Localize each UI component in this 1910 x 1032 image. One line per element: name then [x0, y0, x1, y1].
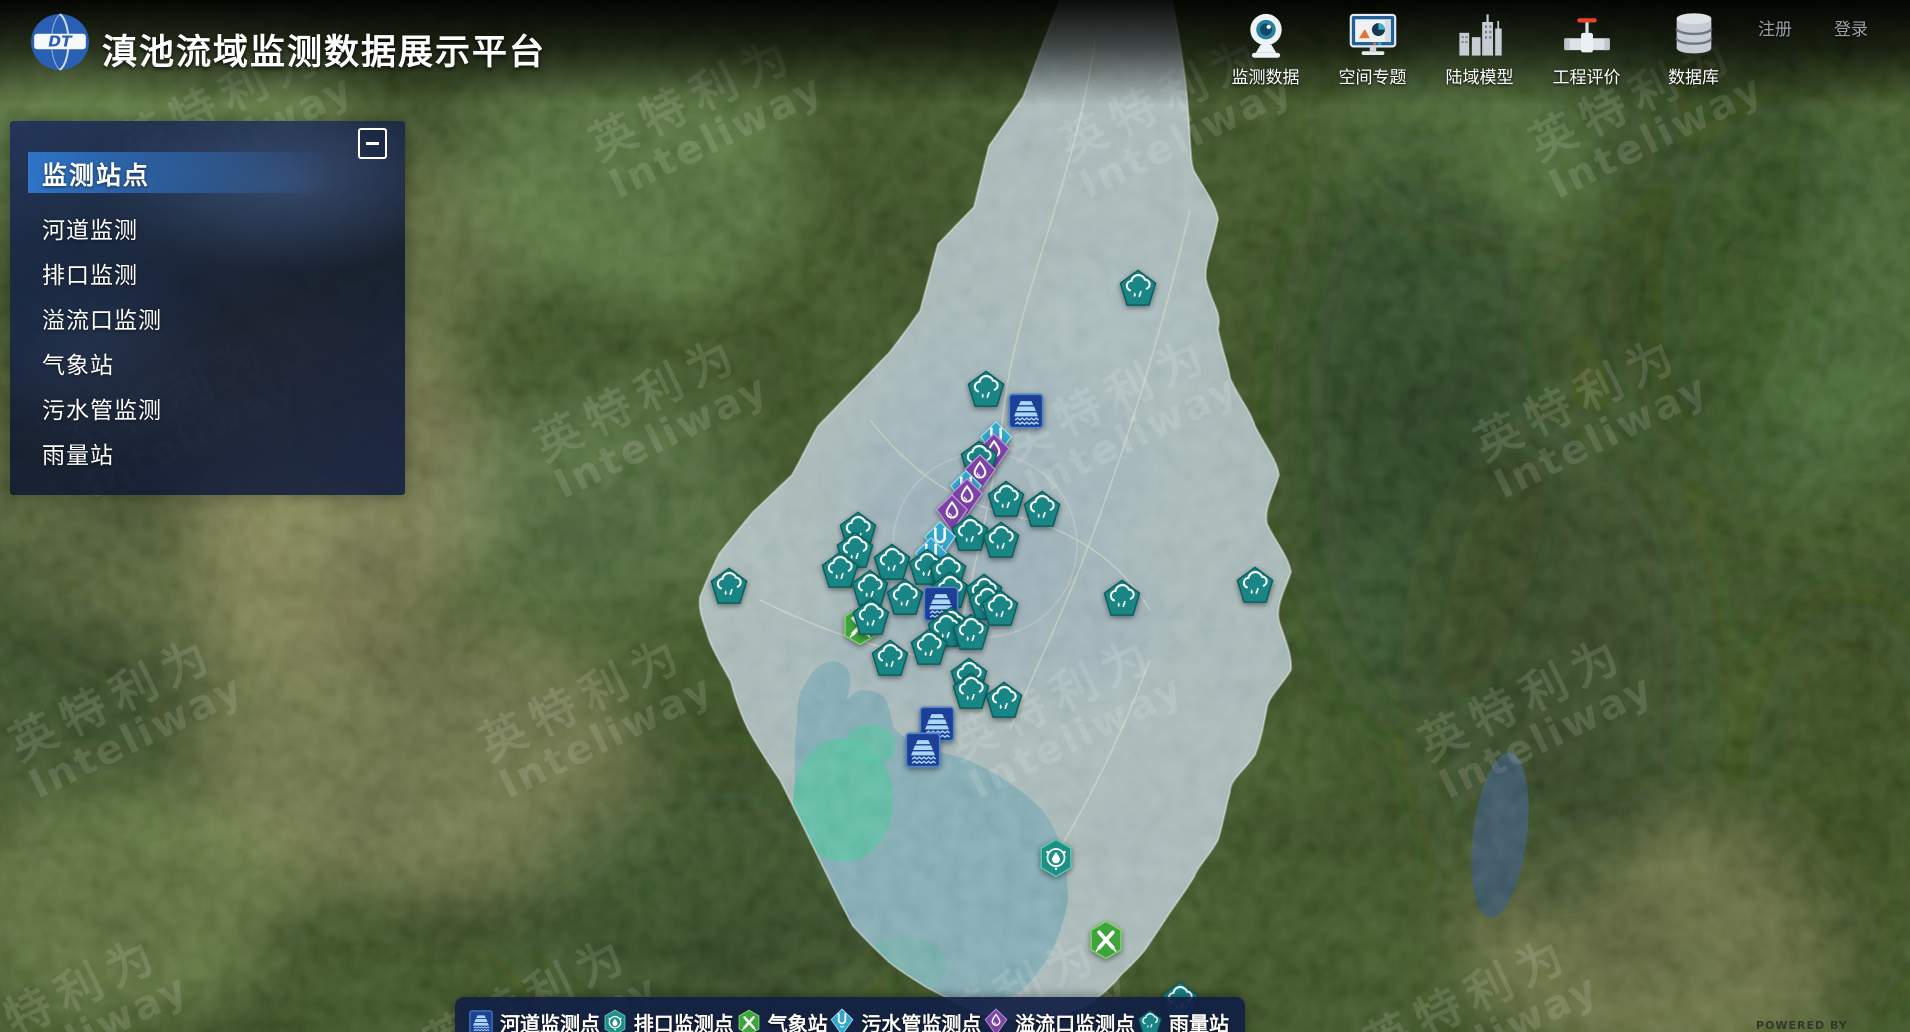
marker-rain[interactable] [982, 521, 1020, 559]
panel-title[interactable]: 监测站点 [42, 156, 150, 192]
panel-collapse-button[interactable] [358, 128, 387, 159]
legend-label: 雨量站 [1169, 1008, 1229, 1032]
nav-item-2[interactable]: 空间专题 [1319, 3, 1426, 88]
database-icon [1666, 3, 1722, 61]
panel-item-3[interactable]: 溢流口监测 [10, 299, 405, 344]
minimize-icon [366, 142, 379, 145]
legend-item-outlet: 排口监测点 [603, 1008, 734, 1032]
nav-item-5[interactable]: 数据库 [1640, 3, 1747, 88]
marker-rain[interactable] [1236, 566, 1274, 604]
marker-outlet[interactable] [1038, 838, 1074, 878]
marker-rain[interactable] [910, 628, 948, 666]
nav-label: 数据库 [1668, 63, 1719, 88]
marker-rain[interactable] [1103, 579, 1141, 617]
nav-label: 监测数据 [1232, 63, 1300, 88]
legend-item-weather: 气象站 [737, 1008, 828, 1032]
city-model-icon [1452, 3, 1508, 61]
monitor-chart-icon [1345, 3, 1401, 61]
weather-legend-icon [737, 1009, 761, 1032]
webcam-icon [1238, 3, 1294, 61]
page-title: 滇池流域监测数据展示平台 [102, 24, 546, 75]
marker-rain[interactable] [985, 681, 1023, 719]
nav-label: 空间专题 [1339, 63, 1407, 88]
auth-links: 注册 登录 [1758, 15, 1868, 40]
legend-label: 气象站 [768, 1008, 828, 1032]
marker-rain[interactable] [886, 578, 924, 616]
main-nav: 监测数据 空间专题 陆域模型 工程评价 数据库 [1212, 3, 1747, 88]
outlet-legend-icon [603, 1009, 627, 1032]
monitoring-stations-panel: 监测站点 河道监测排口监测溢流口监测气象站污水管监测雨量站 [10, 121, 405, 495]
map-legend: 河道监测点 排口监测点 气象站 污水管监测点 溢流口监测点 雨量站 [455, 997, 1245, 1032]
legend-item-river: 河道监测点 [469, 1008, 600, 1032]
marker-weather[interactable] [1088, 920, 1124, 960]
logo-text: DT [48, 33, 73, 51]
valve-icon [1559, 3, 1615, 61]
marker-rain[interactable] [952, 613, 990, 651]
nav-item-3[interactable]: 陆域模型 [1426, 3, 1533, 88]
panel-item-2[interactable]: 排口监测 [10, 254, 405, 299]
marker-rain[interactable] [1119, 269, 1157, 307]
marker-river[interactable] [905, 732, 941, 768]
rain-legend-icon [1138, 1010, 1162, 1032]
nav-label: 工程评价 [1553, 63, 1621, 88]
legend-label: 溢流口监测点 [1015, 1008, 1135, 1032]
nav-label: 陆域模型 [1446, 63, 1514, 88]
legend-item-sewage: 污水管监测点 [830, 1008, 981, 1032]
sewage-legend-icon [830, 1008, 854, 1032]
legend-item-rain: 雨量站 [1138, 1008, 1229, 1032]
panel-item-6[interactable]: 雨量站 [10, 434, 405, 479]
legend-item-overflow: 溢流口监测点 [984, 1008, 1135, 1032]
nav-item-1[interactable]: 监测数据 [1212, 3, 1319, 88]
marker-rain[interactable] [852, 598, 890, 636]
marker-rain[interactable] [871, 639, 909, 677]
marker-rain[interactable] [1023, 490, 1061, 528]
overflow-legend-icon [984, 1008, 1008, 1032]
register-link[interactable]: 注册 [1758, 15, 1792, 40]
marker-rain[interactable] [987, 480, 1025, 518]
login-link[interactable]: 登录 [1834, 15, 1868, 40]
legend-label: 河道监测点 [500, 1008, 600, 1032]
marker-rain[interactable] [967, 370, 1005, 408]
marker-river[interactable] [1008, 393, 1044, 429]
map-viewport[interactable]: 英特利为Inteliway英特利为Inteliway英特利为Inteliway英… [0, 0, 1910, 1032]
panel-item-1[interactable]: 河道监测 [10, 209, 405, 254]
nav-item-4[interactable]: 工程评价 [1533, 3, 1640, 88]
map-attribution: POWERED BY [1756, 1019, 1848, 1032]
river-legend-icon [469, 1010, 493, 1032]
legend-label: 排口监测点 [634, 1008, 734, 1032]
app-header: DT 滇池流域监测数据展示平台 监测数据 空间专题 陆域模型 [0, 0, 1910, 105]
marker-rain[interactable] [710, 567, 748, 605]
panel-item-5[interactable]: 污水管监测 [10, 389, 405, 434]
panel-item-4[interactable]: 气象站 [10, 344, 405, 389]
platform-logo[interactable]: DT [29, 11, 91, 73]
legend-label: 污水管监测点 [861, 1008, 981, 1032]
